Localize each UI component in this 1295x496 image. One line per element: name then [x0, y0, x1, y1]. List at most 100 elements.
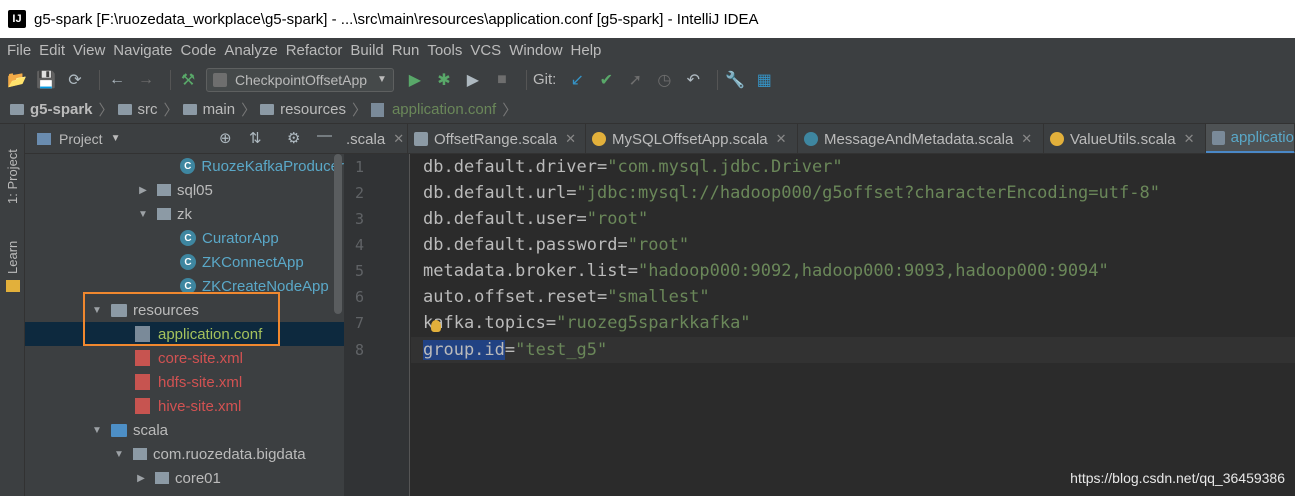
git-history-icon[interactable]: ◷ [653, 69, 675, 91]
sync-icon[interactable]: ⟳ [64, 69, 86, 91]
tab-mysqloffsetapp[interactable]: MySQLOffsetApp.scala ✕ [586, 124, 798, 153]
config-value: "jdbc:mysql://hadoop000/g5offset?charact… [576, 183, 1160, 203]
package-icon [155, 472, 169, 484]
breadcrumb-item-resources[interactable]: resources 〉 [260, 99, 367, 120]
expand-arrow-icon[interactable]: ▶ [135, 473, 147, 484]
project-structure-icon[interactable]: ▦ [753, 69, 775, 91]
git-revert-icon[interactable]: ↶ [682, 69, 704, 91]
close-icon[interactable]: ✕ [565, 131, 576, 147]
menu-view[interactable]: View [73, 42, 105, 59]
git-commit-icon[interactable]: ✔ [595, 69, 617, 91]
tab-offsetrange[interactable]: OffsetRange.scala ✕ [408, 124, 586, 153]
highlight-box [83, 292, 280, 346]
locate-target-icon[interactable]: ⊕ [219, 129, 232, 147]
config-key: db.default.user [423, 209, 577, 229]
collapse-arrow-icon[interactable]: ▼ [137, 209, 149, 220]
debug-icon[interactable]: ✱ [433, 69, 455, 91]
tree-item-package[interactable]: ▼ com.ruozedata.bigdata [25, 442, 344, 466]
code-line[interactable]: db.default.password="root" [423, 232, 689, 258]
chevron-down-icon[interactable]: ▼ [111, 133, 121, 144]
close-icon[interactable]: ✕ [393, 131, 404, 147]
menu-file[interactable]: File [7, 42, 31, 59]
menu-edit[interactable]: Edit [39, 42, 65, 59]
tree-item-package[interactable]: ▼ zk [25, 202, 344, 226]
project-scrollbar[interactable] [334, 154, 342, 314]
tab-valueutils[interactable]: ValueUtils.scala ✕ [1044, 124, 1206, 153]
scala-object-icon [1050, 132, 1064, 146]
code-line[interactable]: kafka.topics="ruozeg5sparkkafka" [423, 310, 751, 336]
menu-run[interactable]: Run [392, 42, 420, 59]
breadcrumb-item-src[interactable]: src 〉 [117, 99, 179, 120]
code-line[interactable]: metadata.broker.list="hadoop000:9092,had… [423, 258, 1109, 284]
save-icon[interactable]: 💾 [35, 69, 57, 91]
tree-item-label: sql05 [177, 181, 213, 199]
tool-tab-project[interactable]: 1: Project [0, 132, 25, 222]
expand-arrow-icon[interactable]: ▶ [137, 185, 149, 196]
scala-class-icon: C [180, 230, 196, 246]
tab-messageandmetadata[interactable]: MessageAndMetadata.scala ✕ [798, 124, 1044, 153]
close-icon[interactable]: ✕ [1184, 131, 1195, 147]
tree-item-xml[interactable]: hdfs-site.xml [25, 370, 344, 394]
line-number: 8 [354, 341, 364, 359]
collapse-arrow-icon[interactable]: ▼ [113, 449, 125, 460]
breadcrumb-item-main[interactable]: main 〉 [182, 99, 256, 120]
menu-window[interactable]: Window [509, 42, 562, 59]
breadcrumb-label: application.conf [391, 101, 497, 118]
tree-item-folder[interactable]: ▼ scala [25, 418, 344, 442]
tree-item-xml[interactable]: hive-site.xml [25, 394, 344, 418]
hide-panel-icon[interactable]: — [317, 127, 332, 144]
gear-icon[interactable]: ⚙ [287, 129, 300, 147]
settings-wrench-icon[interactable]: 🔧 [724, 69, 746, 91]
build-hammer-icon[interactable]: ⚒ [177, 69, 199, 91]
menu-refactor[interactable]: Refactor [286, 42, 343, 59]
menu-code[interactable]: Code [180, 42, 216, 59]
tree-item-label: core01 [175, 469, 221, 487]
config-equals: = [566, 183, 577, 203]
menu-help[interactable]: Help [571, 42, 602, 59]
coverage-icon[interactable]: ▶ [462, 69, 484, 91]
menu-tools[interactable]: Tools [427, 42, 462, 59]
menu-navigate[interactable]: Navigate [113, 42, 172, 59]
tree-item-class[interactable]: C RuozeKafkaProducer [25, 154, 344, 178]
code-line[interactable]: db.default.user="root" [423, 206, 648, 232]
tab-label: applicatio [1230, 129, 1294, 146]
forward-arrow-icon[interactable]: → [135, 69, 157, 91]
back-arrow-icon[interactable]: ← [106, 69, 128, 91]
breadcrumb-item-project[interactable]: g5-spark 〉 [10, 99, 114, 120]
open-folder-icon[interactable]: 📂 [6, 69, 28, 91]
run-config-dropdown[interactable]: CheckpointOffsetApp ▼ [206, 67, 394, 92]
close-icon[interactable]: ✕ [776, 131, 787, 147]
menu-vcs[interactable]: VCS [470, 42, 501, 59]
code-line[interactable]: auto.offset.reset="smallest" [423, 284, 710, 310]
tree-item-class[interactable]: C CuratorApp [25, 226, 344, 250]
main-toolbar: 📂 💾 ⟳ ← → ⚒ CheckpointOffsetApp ▼ ▶ ✱ ▶ … [0, 63, 1295, 96]
breadcrumb-item-file[interactable]: application.conf 〉 [370, 99, 518, 120]
tab-application-conf[interactable]: applicatio [1206, 124, 1295, 153]
chevron-right-icon: 〉 [502, 102, 518, 119]
close-icon[interactable]: ✕ [1021, 131, 1032, 147]
stop-icon[interactable]: ■ [491, 69, 513, 91]
tree-item-class[interactable]: C ZKConnectApp [25, 250, 344, 274]
tree-item-package[interactable]: ▶ core01 [25, 466, 344, 490]
git-update-icon[interactable]: ↙ [566, 69, 588, 91]
code-line[interactable]: db.default.url="jdbc:mysql://hadoop000/g… [423, 180, 1160, 206]
git-push-icon[interactable]: ➚ [624, 69, 646, 91]
tab-scala-file[interactable]: .scala ✕ [344, 124, 408, 153]
collapse-all-icon[interactable]: ⇅ [249, 129, 262, 147]
tree-item-package[interactable]: ▶ sql05 [25, 178, 344, 202]
collapse-arrow-icon[interactable]: ▼ [91, 425, 103, 436]
code-line[interactable]: group.id="test_g5" [423, 337, 607, 363]
breadcrumb-label: src [137, 101, 158, 118]
code-line[interactable]: db.default.driver="com.mysql.jdbc.Driver… [423, 154, 843, 180]
menu-bar: File Edit View Navigate Code Analyze Ref… [0, 38, 1295, 63]
line-number: 3 [354, 210, 364, 228]
project-panel-title[interactable]: Project [59, 131, 103, 147]
tree-item-label: com.ruozedata.bigdata [153, 445, 306, 463]
package-icon [133, 448, 147, 460]
tool-tab-learn[interactable]: Learn [0, 232, 25, 282]
run-icon[interactable]: ▶ [404, 69, 426, 91]
menu-analyze[interactable]: Analyze [224, 42, 277, 59]
lightbulb-icon[interactable] [431, 320, 441, 332]
tree-item-xml[interactable]: core-site.xml [25, 346, 344, 370]
menu-build[interactable]: Build [350, 42, 383, 59]
